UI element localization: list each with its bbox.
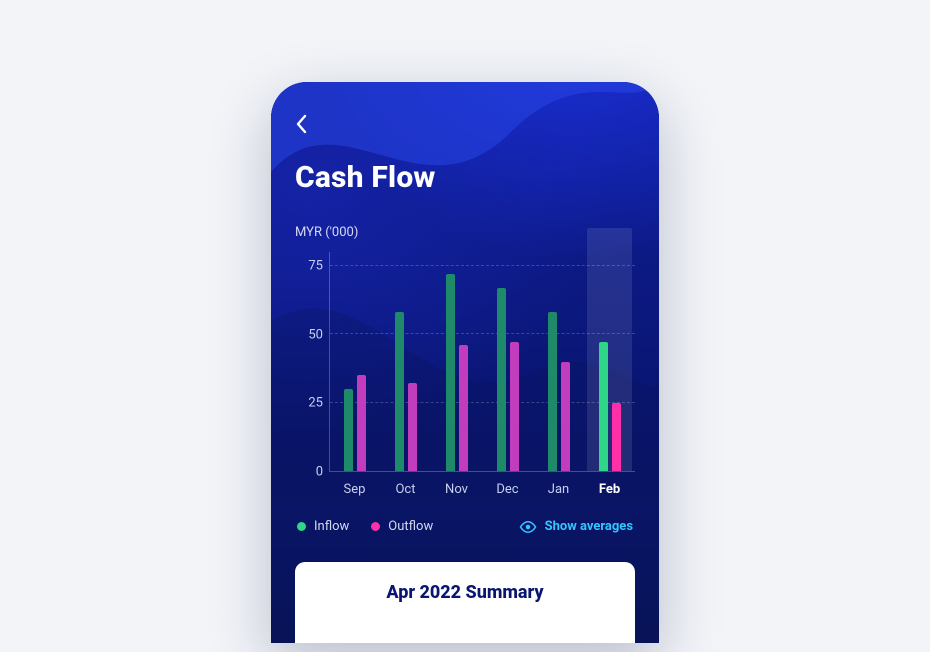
- y-tick: 25: [308, 396, 323, 411]
- bar-group-oct[interactable]: [381, 252, 432, 471]
- page-title: Cash Flow: [295, 160, 635, 195]
- bars-container: [330, 252, 635, 471]
- bar-inflow: [599, 342, 608, 471]
- bar-outflow: [612, 403, 621, 471]
- selection-highlight: [587, 228, 632, 471]
- x-tick: Nov: [431, 482, 482, 497]
- bar-inflow: [497, 288, 506, 471]
- legend-row: Inflow Outflow Show averages: [295, 519, 635, 534]
- bar-outflow: [408, 383, 417, 471]
- legend: Inflow Outflow: [297, 519, 433, 534]
- y-tick: 0: [316, 465, 323, 480]
- bar-group-jan[interactable]: [533, 252, 584, 471]
- bar-outflow: [561, 362, 570, 472]
- legend-item-outflow: Outflow: [371, 519, 433, 534]
- show-averages-button[interactable]: Show averages: [519, 519, 633, 534]
- bar-outflow: [459, 345, 468, 471]
- y-tick: 75: [308, 258, 323, 273]
- bar-inflow: [548, 312, 557, 471]
- summary-title: Apr 2022 Summary: [313, 582, 617, 603]
- legend-label: Inflow: [314, 519, 349, 534]
- eye-icon: [519, 520, 537, 534]
- bar-group-nov[interactable]: [432, 252, 483, 471]
- bar-inflow: [446, 274, 455, 471]
- summary-card: Apr 2022 Summary: [295, 562, 635, 643]
- legend-item-inflow: Inflow: [297, 519, 349, 534]
- plot-area: [329, 252, 635, 472]
- y-axis-label: MYR ('000): [295, 225, 635, 240]
- x-tick: Sep: [329, 482, 380, 497]
- bar-group-sep[interactable]: [330, 252, 381, 471]
- legend-swatch-inflow: [297, 522, 306, 531]
- bar-group-dec[interactable]: [482, 252, 533, 471]
- x-tick: Dec: [482, 482, 533, 497]
- x-tick: Oct: [380, 482, 431, 497]
- x-tick-current: Feb: [584, 482, 635, 497]
- legend-swatch-outflow: [371, 522, 380, 531]
- phone-frame: Cash Flow MYR ('000) 75 50 25 0: [271, 82, 659, 643]
- chevron-left-icon: [295, 114, 307, 134]
- bar-outflow: [510, 342, 519, 471]
- bar-outflow: [357, 375, 366, 471]
- y-tick: 50: [308, 327, 323, 342]
- bar-group-feb[interactable]: [584, 252, 635, 471]
- x-axis: Sep Oct Nov Dec Jan Feb: [329, 482, 635, 497]
- back-button[interactable]: [295, 110, 323, 138]
- bar-inflow: [344, 389, 353, 471]
- x-tick: Jan: [533, 482, 584, 497]
- chart: 75 50 25 0: [301, 252, 635, 497]
- bar-inflow: [395, 312, 404, 471]
- y-axis: 75 50 25 0: [301, 252, 329, 472]
- legend-label: Outflow: [388, 519, 433, 534]
- show-averages-label: Show averages: [545, 519, 633, 534]
